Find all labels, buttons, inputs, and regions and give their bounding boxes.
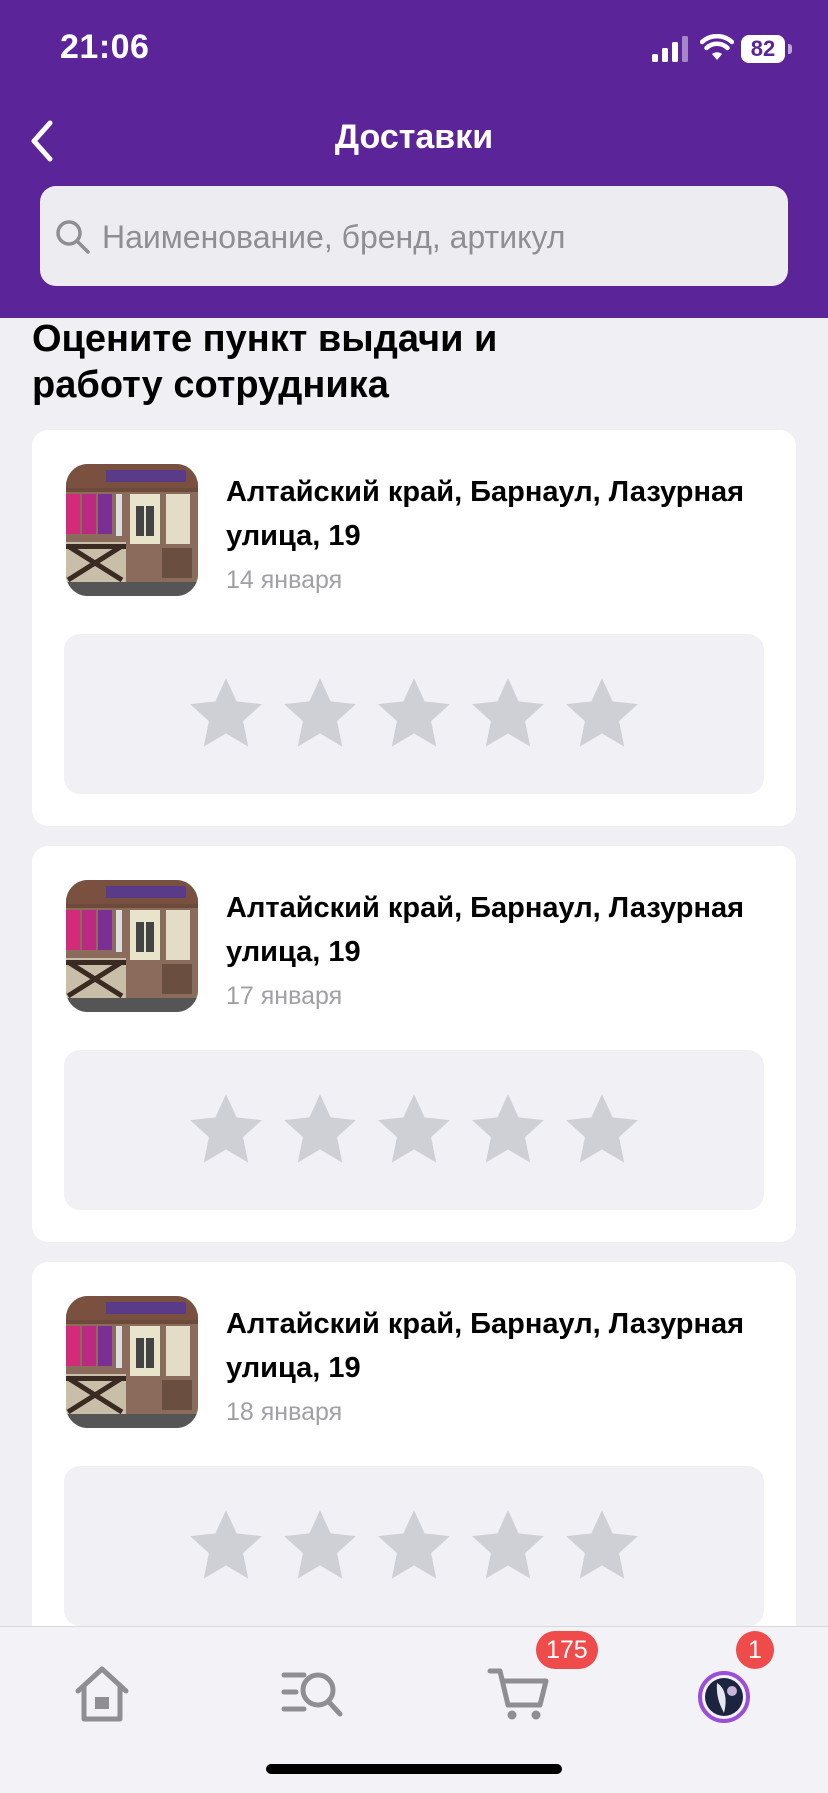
delivery-date: 14 января — [226, 566, 343, 594]
cellular-signal-icon — [652, 36, 688, 62]
pickup-point-photo — [66, 464, 198, 596]
home-indicator — [266, 1764, 562, 1774]
star-icon[interactable] — [373, 1505, 455, 1587]
battery-cap — [788, 44, 792, 54]
pickup-point-address: Алтайский край, Барнаул, Лазурная улица,… — [226, 892, 745, 968]
star-icon[interactable] — [561, 673, 643, 755]
home-icon[interactable] — [62, 1657, 142, 1727]
profile-notification-badge: 1 — [736, 1631, 774, 1669]
wifi-icon — [700, 34, 734, 60]
rating-stars — [64, 1466, 764, 1626]
star-icon[interactable] — [279, 673, 361, 755]
star-icon[interactable] — [185, 673, 267, 755]
catalog-search-icon[interactable] — [270, 1657, 350, 1727]
star-icon[interactable] — [373, 673, 455, 755]
pickup-point-address: Алтайский край, Барнаул, Лазурная улица,… — [226, 1308, 745, 1384]
search-bar[interactable] — [40, 186, 788, 288]
cart-count-badge: 175 — [536, 1631, 598, 1669]
star-icon[interactable] — [279, 1505, 361, 1587]
delivery-date: 18 января — [226, 1398, 343, 1426]
pickup-point-card: Алтайский край, Барнаул, Лазурная улица,… — [32, 430, 796, 826]
battery-indicator: 82 — [741, 35, 785, 63]
header-bar: 21:06 82 Доставки — [0, 0, 828, 318]
star-icon[interactable] — [185, 1505, 267, 1587]
pickup-point-photo — [66, 1296, 198, 1428]
star-icon[interactable] — [467, 1505, 549, 1587]
section-title: Оцените пункт выдачи и работу сотрудника — [32, 318, 498, 406]
delivery-date: 17 января — [226, 982, 343, 1010]
pickup-point-card: Алтайский край, Барнаул, Лазурная улица,… — [32, 846, 796, 1242]
search-input[interactable] — [100, 186, 774, 288]
pickup-point-address: Алтайский край, Барнаул, Лазурная улица,… — [226, 476, 745, 552]
star-icon[interactable] — [373, 1089, 455, 1171]
star-icon[interactable] — [185, 1089, 267, 1171]
star-icon[interactable] — [561, 1505, 643, 1587]
pickup-point-card: Алтайский край, Барнаул, Лазурная улица,… — [32, 1262, 796, 1658]
page-title: Доставки — [334, 118, 494, 156]
status-time: 21:06 — [60, 28, 150, 66]
star-icon[interactable] — [467, 1089, 549, 1171]
cart-icon[interactable] — [478, 1657, 558, 1727]
rating-stars — [64, 1050, 764, 1210]
search-icon — [56, 220, 90, 254]
star-icon[interactable] — [279, 1089, 361, 1171]
rating-stars — [64, 634, 764, 794]
star-icon[interactable] — [561, 1089, 643, 1171]
pickup-point-photo — [66, 880, 198, 1012]
star-icon[interactable] — [467, 673, 549, 755]
